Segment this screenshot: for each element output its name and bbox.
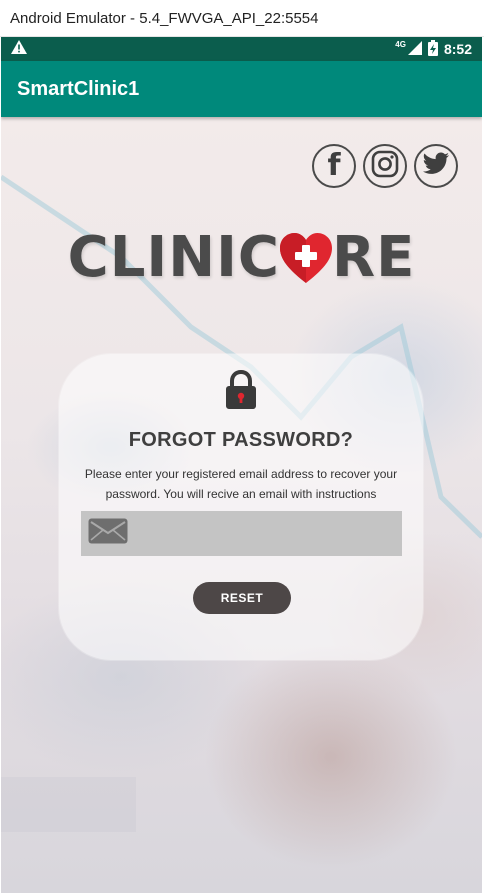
app-bar: SmartClinic1 [1, 61, 482, 117]
forgot-password-title: FORGOT PASSWORD? [128, 429, 354, 451]
forgot-password-screen: f CLINIC RE FORGOT PASSWORD? Please ente… [1, 117, 482, 893]
lock-icon [223, 369, 259, 410]
status-bar: 4G 8:52 [1, 37, 482, 61]
forgot-password-card: FORGOT PASSWORD? Please enter your regis… [59, 354, 423, 660]
facebook-button[interactable]: f [312, 144, 356, 188]
social-links: f [312, 144, 458, 188]
clock: 8:52 [443, 41, 472, 57]
email-field[interactable] [81, 511, 402, 556]
facebook-icon: f [327, 148, 341, 183]
forgot-password-description: Please enter your registered email addre… [84, 467, 398, 501]
email-input[interactable] [128, 511, 402, 556]
envelope-icon [88, 518, 128, 549]
signal-icon [407, 40, 422, 58]
clinicare-logo: CLINIC RE [1, 224, 482, 290]
emulator-window-title: Android Emulator - 5.4_FWVGA_API_22:5554 [0, 0, 484, 37]
heart-cross-icon [278, 231, 334, 287]
instagram-icon [371, 150, 399, 183]
network-type-label: 4G [395, 39, 406, 49]
warning-icon [11, 39, 27, 59]
instagram-button[interactable] [363, 144, 407, 188]
reset-button[interactable]: RESET [193, 582, 291, 614]
phone-screen: 4G 8:52 SmartClinic1 f CLINIC RE FORGOT … [1, 37, 482, 893]
twitter-button[interactable] [414, 144, 458, 188]
battery-charging-icon [427, 39, 438, 59]
app-title: SmartClinic1 [17, 77, 140, 100]
logo-text-right: RE [332, 224, 416, 290]
logo-text-left: CLINIC [67, 224, 281, 290]
window-title-text: Android Emulator - 5.4_FWVGA_API_22:5554 [10, 9, 319, 27]
twitter-icon [422, 152, 450, 181]
